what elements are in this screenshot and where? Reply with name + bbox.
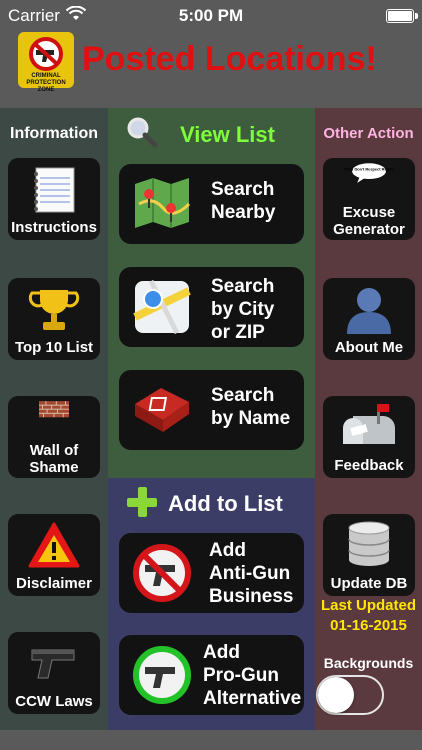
instructions-label: Instructions — [11, 219, 97, 236]
logo-text: CRIMINAL PROTECTION ZONE — [26, 73, 66, 93]
trophy-icon — [28, 290, 80, 330]
add-pro-gun-alternative-label: Add Pro-Gun Alternative — [203, 642, 302, 709]
speech-bubble-text: They Don't Respect Rights — [344, 167, 394, 172]
magnifier-icon — [126, 116, 158, 153]
add-anti-gun-business-button[interactable]: Add Anti-Gun Business — [119, 533, 304, 613]
backgrounds-label: Backgrounds — [323, 655, 414, 671]
toggle-knob — [318, 677, 354, 713]
status-bar: Carrier 5:00 PM — [0, 0, 422, 32]
feedback-label: Feedback — [334, 457, 404, 474]
feedback-button[interactable]: Feedback — [323, 396, 415, 478]
clock: 5:00 PM — [178, 6, 244, 25]
update-db-label: Update DB — [330, 575, 408, 592]
speech-bubble-icon: They Don't Respect Rights — [344, 163, 395, 183]
other-action-heading: Other Action — [323, 125, 414, 142]
instructions-button[interactable]: Instructions — [8, 158, 100, 240]
excuse-generator-button[interactable]: They Don't Respect Rights Excuse Generat… — [323, 158, 415, 240]
search-by-name-label: Search by Name — [211, 385, 291, 429]
last-updated-date: 01-16-2015 — [330, 617, 407, 634]
add-anti-gun-business-label: Add Anti-Gun Business — [209, 540, 294, 607]
warning-icon — [28, 522, 80, 568]
ccw-laws-button[interactable]: CCW Laws — [8, 632, 100, 714]
add-to-list-heading: Add to List — [168, 491, 283, 516]
brick-wall-icon — [38, 401, 69, 418]
excuse-generator-label: Excuse Generator — [333, 204, 405, 238]
backgrounds-toggle[interactable] — [316, 675, 384, 715]
search-nearby-button[interactable]: Search Nearby — [119, 164, 304, 244]
view-list-heading: View List — [180, 122, 275, 147]
search-by-name-button[interactable]: Search by Name — [119, 370, 304, 450]
no-guns-icon — [133, 544, 191, 602]
database-icon — [348, 521, 390, 566]
disclaimer-button[interactable]: Disclaimer — [8, 514, 100, 596]
maps-app-icon — [133, 279, 191, 335]
top-10-list-button[interactable]: Top 10 List — [8, 278, 100, 360]
other-action-column: Other Action They Don't Respect Rights E… — [315, 108, 422, 730]
about-me-label: About Me — [334, 339, 404, 356]
search-by-city-zip-button[interactable]: Search by City or ZIP — [119, 267, 304, 347]
about-me-button[interactable]: About Me — [323, 278, 415, 360]
last-updated-label: Last Updated — [320, 597, 416, 614]
notebook-icon — [34, 167, 75, 213]
app-header: CRIMINAL PROTECTION ZONE Posted Locations… — [0, 32, 422, 108]
update-db-button[interactable]: Update DB — [323, 514, 415, 596]
ccw-laws-label: CCW Laws — [15, 693, 93, 710]
address-book-icon — [135, 388, 189, 432]
view-list-section: View List Search Nearby Search by City o… — [108, 108, 315, 478]
map-pins-icon — [135, 178, 191, 228]
information-heading: Information — [10, 125, 98, 142]
pistol-icon — [31, 649, 75, 679]
add-to-list-section: Add to List Add Anti-Gun Business Add Pr… — [108, 478, 315, 730]
disclaimer-label: Disclaimer — [16, 575, 92, 592]
plus-icon — [126, 486, 158, 523]
criminal-protection-zone-logo: CRIMINAL PROTECTION ZONE — [18, 32, 74, 93]
battery-icon — [386, 9, 418, 23]
wall-of-shame-label: Wall of Shame — [29, 442, 79, 476]
gun-allowed-icon — [133, 646, 191, 704]
search-by-city-zip-label: Search by City or ZIP — [211, 276, 275, 343]
page-title: Posted Locations! — [82, 40, 377, 78]
information-column: Information Instructions Top 10 List Wal… — [0, 108, 108, 730]
mailbox-icon — [343, 404, 395, 444]
add-pro-gun-alternative-button[interactable]: Add Pro-Gun Alternative — [119, 635, 304, 715]
wall-of-shame-button[interactable]: Wall of Shame — [8, 396, 100, 478]
search-nearby-label: Search Nearby — [211, 179, 276, 223]
person-silhouette-icon — [347, 288, 391, 334]
top-10-list-label: Top 10 List — [14, 339, 94, 356]
